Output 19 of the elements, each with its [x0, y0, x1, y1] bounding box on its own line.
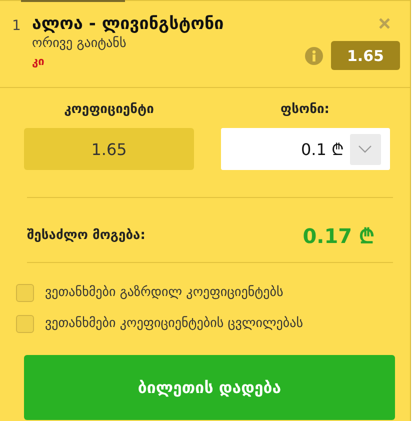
coefficient-value: 1.65 [24, 128, 194, 170]
checkbox-label: ვეთანხმები კოეფიციენტების ცვლილებას [45, 316, 304, 331]
dropdown-button[interactable] [350, 134, 380, 164]
checkbox-label: ვეთანხმები გაზრდილ კოეფიციენტებს [45, 285, 284, 300]
chevron-icon [358, 145, 372, 153]
stake-field[interactable]: 0.1 ₾ [220, 128, 390, 170]
close-icon[interactable] [379, 18, 390, 29]
odds-badge: 1.65 [331, 41, 400, 70]
pick-label: კი [32, 55, 46, 68]
possible-win-label: შესაძლო მოგება: [27, 228, 146, 243]
stake-label: ფსონი: [280, 102, 330, 117]
info-icon[interactable] [305, 46, 323, 64]
checkbox[interactable] [16, 314, 34, 332]
checkbox[interactable] [16, 284, 34, 302]
coefficient-label: კოეფიციენტი [64, 102, 154, 117]
match-title: ალოა - ლივინგსტონი [32, 14, 225, 34]
market-name: ორივე გაიტანს [32, 36, 128, 51]
possible-win-value: 0.17 ₾ [302, 223, 374, 249]
bet-number: 1 [12, 17, 22, 36]
